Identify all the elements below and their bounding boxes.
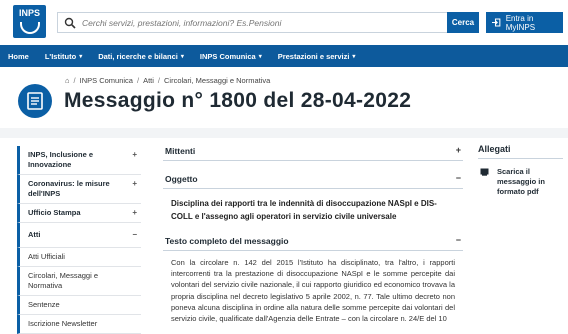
sidebar-item-ufficio-stampa[interactable]: Ufficio Stampa + (17, 204, 141, 223)
nav-istituto-label: L'Istituto (44, 51, 77, 61)
page-heading: Messaggio n° 1800 del 28-04-2022 (18, 84, 411, 118)
plus-icon[interactable]: + (132, 208, 137, 217)
section-oggetto[interactable]: Oggetto − (163, 171, 463, 189)
sidebar-item-label: Atti (28, 230, 41, 239)
logo-mark-icon (19, 22, 40, 34)
nav-dati[interactable]: Dati, ricerche e bilanci ▾ (90, 45, 192, 67)
section-mittenti[interactable]: Mittenti + (163, 143, 463, 161)
sidebar: INPS, Inclusione e Innovazione + Coronavi… (17, 146, 141, 334)
inps-logo[interactable]: INPS (13, 5, 46, 38)
minus-icon[interactable]: − (456, 173, 461, 183)
sidebar-subitem-circolari[interactable]: Circolari, Messaggi e Normativa (17, 267, 141, 296)
plus-icon[interactable]: + (456, 145, 461, 155)
search-bar: Cerca (57, 12, 479, 33)
main-nav: Home L'Istituto ▾ Dati, ricerche e bilanc… (0, 45, 568, 67)
login-button[interactable]: Entra in MyINPS (486, 12, 563, 33)
section-title: Testo completo del messaggio (165, 236, 289, 246)
logo-text: INPS (18, 8, 40, 18)
message-body: Con la circolare n. 142 del 2015 l'Istit… (171, 258, 455, 324)
sidebar-item-label: Ufficio Stampa (28, 208, 81, 217)
download-pdf-link[interactable]: Scarica il messaggio in formato pdf (478, 159, 563, 197)
sidebar-item-coronavirus[interactable]: Coronavirus: le misure dell'INPS + (17, 175, 141, 204)
sidebar-subitem-atti-ufficiali[interactable]: Atti Ufficiali (17, 248, 141, 267)
download-icon (480, 168, 489, 176)
sidebar-subitem-newsletter[interactable]: Iscrizione Newsletter (17, 315, 141, 334)
chevron-down-icon: ▾ (258, 53, 262, 60)
login-label: Entra in MyINPS (505, 13, 536, 32)
sidebar-item-label: Coronavirus: le misure dell'INPS (28, 179, 110, 198)
section-testo[interactable]: Testo completo del messaggio − (163, 233, 463, 251)
plus-icon[interactable]: + (132, 179, 137, 188)
nav-prestazioni-label: Prestazioni e servizi (277, 51, 350, 61)
document-icon (18, 84, 52, 118)
nav-comunica[interactable]: INPS Comunica ▾ (192, 45, 270, 67)
sidebar-item-atti[interactable]: Atti − (17, 223, 141, 248)
nav-prestazioni[interactable]: Prestazioni e servizi ▾ (270, 45, 364, 67)
sidebar-item-inclusione[interactable]: INPS, Inclusione e Innovazione + (17, 146, 141, 175)
nav-home-label: Home (8, 51, 29, 61)
chevron-down-icon: ▾ (79, 53, 83, 60)
section-title: Mittenti (165, 146, 196, 156)
page-title: Messaggio n° 1800 del 28-04-2022 (64, 89, 412, 112)
search-button[interactable]: Cerca (447, 12, 479, 33)
nav-home[interactable]: Home (0, 45, 37, 67)
download-pdf-label: Scarica il messaggio in formato pdf (497, 167, 545, 196)
attachments-panel: Allegati Scarica il messaggio in formato… (478, 143, 563, 197)
search-input[interactable] (82, 15, 442, 30)
search-icon (64, 17, 76, 29)
oggetto-text: Disciplina dei rapporti tra le indennità… (171, 199, 437, 221)
chevron-down-icon: ▾ (352, 53, 356, 60)
divider-band (0, 128, 568, 138)
nav-istituto[interactable]: L'Istituto ▾ (37, 45, 90, 67)
sidebar-item-label: INPS, Inclusione e Innovazione (28, 150, 94, 169)
minus-icon[interactable]: − (456, 235, 461, 245)
section-title: Oggetto (165, 174, 198, 184)
message-content: Mittenti + Oggetto − Disciplina dei rappor… (163, 143, 463, 330)
chevron-down-icon: ▾ (180, 53, 184, 60)
login-icon (492, 18, 501, 27)
nav-comunica-label: INPS Comunica (199, 51, 256, 61)
top-bar: INPS Cerca Entra in MyINPS (0, 0, 568, 45)
attachments-title: Allegati (478, 143, 563, 159)
sidebar-subitem-sentenze[interactable]: Sentenze (17, 296, 141, 315)
nav-dati-label: Dati, ricerche e bilanci (98, 51, 178, 61)
minus-icon[interactable]: − (132, 230, 137, 239)
plus-icon[interactable]: + (132, 150, 137, 159)
